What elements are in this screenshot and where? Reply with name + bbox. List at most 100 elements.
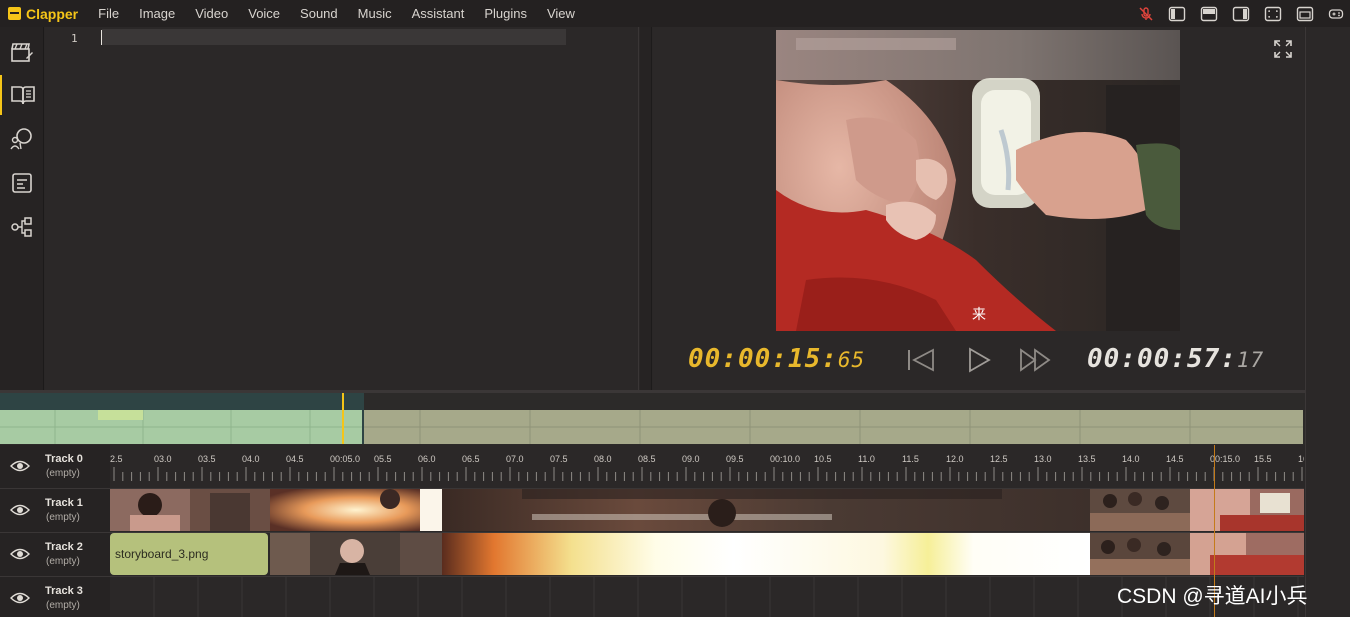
ruler-label: 04.5 bbox=[286, 454, 304, 464]
video-frame-image bbox=[776, 30, 1180, 331]
ruler-label: 13.5 bbox=[1078, 454, 1096, 464]
character-icon[interactable] bbox=[0, 119, 44, 159]
current-line-highlight bbox=[102, 29, 566, 45]
fast-forward-icon[interactable] bbox=[1019, 347, 1053, 378]
eye-icon[interactable] bbox=[10, 547, 30, 566]
video-clip[interactable] bbox=[442, 533, 1090, 575]
track-name: Track 1 bbox=[45, 497, 83, 509]
video-clip[interactable] bbox=[442, 489, 1090, 531]
menu-assistant[interactable]: Assistant bbox=[402, 0, 475, 27]
gamepad-icon[interactable] bbox=[1328, 7, 1344, 21]
video-clip[interactable] bbox=[270, 533, 442, 575]
eye-icon[interactable] bbox=[10, 459, 30, 478]
track-status: (empty) bbox=[46, 468, 80, 479]
layout-window-icon[interactable] bbox=[1296, 6, 1314, 22]
clip-thumbnail bbox=[1090, 489, 1190, 531]
layout-controls bbox=[1138, 0, 1344, 27]
ruler-ticks: 2.5 03.0 03.5 04.0 04.5 00:05.0 05.5 06.0 06.5 07… bbox=[110, 454, 1338, 481]
ruler-label: 06.0 bbox=[418, 454, 436, 464]
menu-sound[interactable]: Sound bbox=[290, 0, 348, 27]
menu-view[interactable]: View bbox=[537, 0, 585, 27]
video-clip[interactable] bbox=[1190, 489, 1304, 531]
eye-icon[interactable] bbox=[10, 503, 30, 522]
right-scroll-strip[interactable] bbox=[1305, 27, 1350, 617]
video-clip[interactable] bbox=[1190, 533, 1304, 575]
clapperboard-icon[interactable] bbox=[0, 32, 44, 72]
brand[interactable]: Clapper bbox=[8, 6, 78, 22]
clip-label: storyboard_3.png bbox=[115, 547, 209, 561]
total-timecode: 00:00:57:17 bbox=[1087, 344, 1264, 374]
layout-focus-icon[interactable] bbox=[1264, 6, 1282, 22]
minimap-playhead[interactable] bbox=[342, 393, 344, 444]
clip-thumbnail bbox=[442, 533, 1090, 575]
track-status: (empty) bbox=[46, 512, 80, 523]
fullscreen-icon[interactable] bbox=[1273, 39, 1293, 64]
timeline-minimap[interactable] bbox=[0, 393, 1305, 445]
ruler-label: 14.5 bbox=[1166, 454, 1184, 464]
script-editor[interactable]: 1 bbox=[45, 27, 639, 390]
video-clip[interactable] bbox=[270, 489, 442, 531]
track-status: (empty) bbox=[46, 556, 80, 567]
menu-plugins[interactable]: Plugins bbox=[474, 0, 537, 27]
eye-icon[interactable] bbox=[10, 591, 30, 610]
clapper-app: Clapper File Image Video Voice Sound Mus… bbox=[0, 0, 1350, 617]
ruler-label: 11.5 bbox=[902, 454, 919, 464]
text-cursor bbox=[101, 30, 102, 45]
menu-image[interactable]: Image bbox=[129, 0, 185, 27]
ruler-label: 00:05.0 bbox=[330, 454, 360, 464]
track-name: Track 0 bbox=[45, 453, 83, 465]
clip-thumbnail bbox=[1190, 533, 1304, 575]
ruler-label: 09.0 bbox=[682, 454, 700, 464]
track-header-3: Track 3 (empty) bbox=[0, 577, 110, 617]
track-status: (empty) bbox=[46, 600, 80, 611]
ruler-label: 03.5 bbox=[198, 454, 216, 464]
ruler-label: 04.0 bbox=[242, 454, 260, 464]
node-graph-icon[interactable] bbox=[0, 207, 44, 247]
line-number: 1 bbox=[71, 32, 78, 45]
layout-sidebar-left-icon[interactable] bbox=[1168, 6, 1186, 22]
ruler-label: 2.5 bbox=[110, 454, 123, 464]
ruler-label: 14.0 bbox=[1122, 454, 1140, 464]
layout-sidebar-right-icon[interactable] bbox=[1232, 6, 1250, 22]
video-clip[interactable] bbox=[1090, 533, 1190, 575]
ruler-label: 03.0 bbox=[154, 454, 172, 464]
total-timecode-frames: 17 bbox=[1236, 348, 1265, 372]
ruler-label: 12.5 bbox=[990, 454, 1008, 464]
menu-voice[interactable]: Voice bbox=[238, 0, 290, 27]
ruler-label: 15.5 bbox=[1254, 454, 1272, 464]
mic-off-icon[interactable] bbox=[1138, 6, 1154, 22]
storyboard-clip[interactable]: storyboard_3.png bbox=[110, 533, 268, 575]
track-header-2: Track 2 (empty) bbox=[0, 533, 110, 577]
script-icon[interactable] bbox=[0, 163, 44, 203]
ruler-label: 13.0 bbox=[1034, 454, 1052, 464]
brand-name: Clapper bbox=[26, 5, 79, 22]
ruler-label: 08.5 bbox=[638, 454, 656, 464]
video-clip[interactable] bbox=[110, 489, 270, 531]
ruler-label: 06.5 bbox=[462, 454, 480, 464]
current-timecode-frames: 65 bbox=[837, 348, 866, 372]
menu-video[interactable]: Video bbox=[185, 0, 238, 27]
clip-thumbnail bbox=[1090, 533, 1190, 575]
clip-thumbnail bbox=[270, 533, 442, 575]
ruler-label: 07.0 bbox=[506, 454, 524, 464]
timeline-ruler[interactable]: 2.5 03.0 03.5 04.0 04.5 00:05.0 05.5 06.0 06.5 07… bbox=[110, 445, 1338, 489]
subtitle-text: 来 bbox=[972, 306, 986, 322]
left-toolbar bbox=[0, 27, 44, 390]
book-open-icon[interactable] bbox=[0, 75, 44, 115]
track-header-1: Track 1 (empty) bbox=[0, 489, 110, 533]
current-timecode: 00:00:15:65 bbox=[688, 344, 865, 374]
ruler-label: 11.0 bbox=[858, 454, 875, 464]
skip-to-start-icon[interactable] bbox=[905, 347, 937, 378]
menu-file[interactable]: File bbox=[88, 0, 129, 27]
ruler-label: 09.5 bbox=[726, 454, 744, 464]
ruler-label: 10.5 bbox=[814, 454, 832, 464]
minimap-viewport-fill bbox=[0, 410, 362, 444]
menu-music[interactable]: Music bbox=[348, 0, 402, 27]
video-frame[interactable]: 来 bbox=[776, 30, 1180, 331]
ruler-label: 08.0 bbox=[594, 454, 612, 464]
play-icon[interactable] bbox=[966, 347, 992, 378]
clip-thumbnail bbox=[1190, 489, 1304, 531]
panel-resize-handle[interactable] bbox=[640, 27, 652, 390]
layout-top-icon[interactable] bbox=[1200, 6, 1218, 22]
video-clip[interactable] bbox=[1090, 489, 1190, 531]
